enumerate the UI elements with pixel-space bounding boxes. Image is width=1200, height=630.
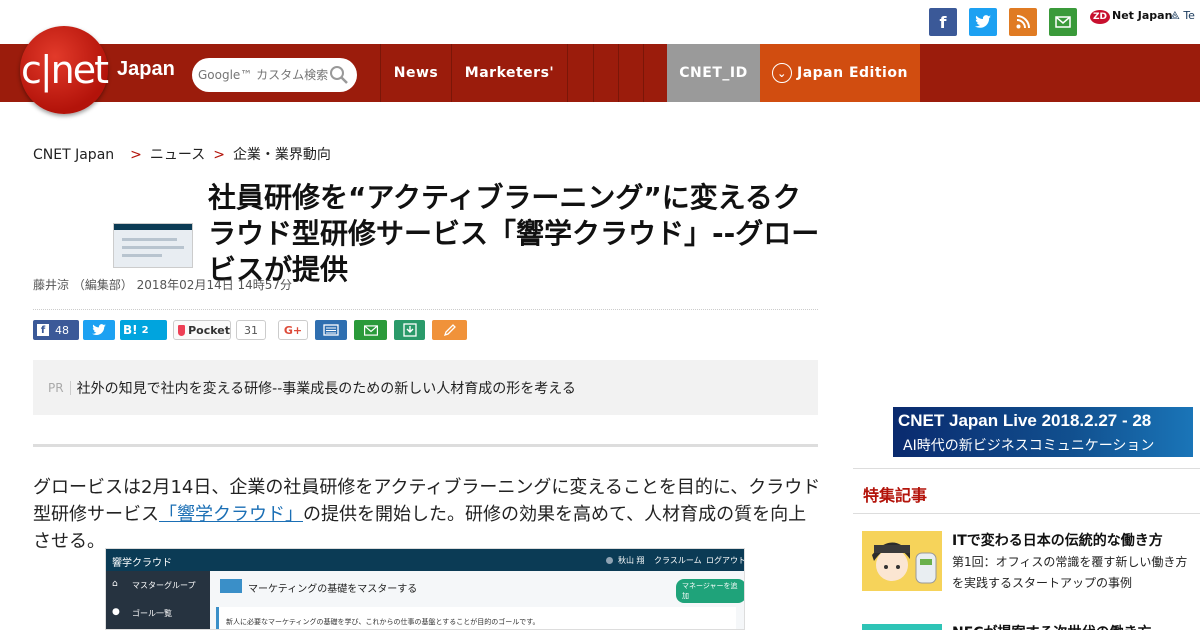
pocket-count: 31	[236, 320, 266, 340]
search-box	[192, 58, 357, 92]
sidebar-item-thumbnail[interactable]	[862, 624, 942, 630]
nav-divider-2	[593, 44, 618, 102]
rss-icon[interactable]	[1009, 8, 1037, 36]
sidebar-item-title[interactable]: NECが提案する次世代の働き方	[952, 622, 1152, 630]
article-image: 響学クラウド 秋山 翔 クラスルーム ログアウト ⌂ マスターグループ ● ゴー…	[105, 548, 745, 630]
article-thumbnail	[113, 223, 193, 268]
techrepublic-link[interactable]: ⟁ Te	[1170, 9, 1195, 23]
top-bar: f ZD Net Japan ⟁ Te	[0, 0, 1200, 44]
pencil-icon	[443, 324, 456, 337]
pr-label: PR	[48, 380, 71, 395]
sidebar-heading: 特集記事	[863, 486, 928, 505]
twitter-share-button[interactable]	[83, 320, 115, 340]
breadcrumb-news[interactable]: ニュース	[150, 147, 205, 163]
sidebar-item-thumbnail[interactable]	[862, 531, 942, 591]
nav-divider-4	[643, 44, 667, 102]
sidebar-item-title[interactable]: ITで変わる日本の伝統的な働き方	[952, 530, 1192, 550]
breadcrumb: CNET Japan > ニュース > 企業・業界動向	[33, 147, 331, 163]
logo-japan-label: Japan	[117, 58, 175, 80]
zdnet-japan-link[interactable]: ZD Net Japan	[1090, 9, 1172, 24]
sidebar-item-desc: 第1回：オフィスの常識を覆す新しい働き方を実践するスタートアップの事例	[952, 555, 1188, 590]
download-icon	[402, 323, 417, 337]
mail-icon[interactable]	[1049, 8, 1077, 36]
breadcrumb-industry[interactable]: 企業・業界動向	[233, 147, 331, 163]
print-button[interactable]	[315, 320, 347, 340]
nav-japan-edition[interactable]: ⌄ Japan Edition	[760, 44, 920, 102]
twitter-icon	[92, 324, 106, 335]
divider	[33, 309, 818, 310]
mail-icon	[363, 324, 378, 336]
nav-divider-1	[567, 44, 593, 102]
service-link[interactable]: 「響学クラウド」	[159, 504, 303, 525]
nav-cnet-id[interactable]: CNET_ID	[667, 44, 760, 102]
breadcrumb-home[interactable]: CNET Japan	[33, 147, 114, 163]
email-share-button[interactable]	[354, 320, 387, 340]
search-input[interactable]	[198, 65, 328, 85]
pocket-icon	[178, 324, 186, 336]
facebook-share-button[interactable]: f 48	[33, 320, 79, 340]
cnet-logo[interactable]: c|net	[20, 26, 109, 114]
google-plus-button[interactable]: G+	[278, 320, 308, 340]
facebook-icon: f	[37, 324, 49, 336]
pr-link[interactable]: 社外の知見で社内を変える研修--事業成長のための新しい人材育成の形を考える	[77, 378, 576, 398]
event-banner[interactable]: CNET Japan Live 2018.2.27 - 28 AI時代の新ビジネ…	[893, 407, 1193, 457]
article-body: グロービスは2月14日、企業の社員研修をアクティブラーニングに変えることを目的に…	[33, 477, 821, 552]
facebook-icon[interactable]: f	[929, 8, 957, 36]
divider	[853, 468, 1200, 469]
search-icon[interactable]	[329, 65, 349, 85]
save-button[interactable]	[394, 320, 425, 340]
hatena-bookmark-button[interactable]: B! 2	[120, 320, 167, 340]
pr-box[interactable]: PR 社外の知見で社内を変える研修--事業成長のための新しい人材育成の形を考える	[33, 360, 818, 415]
pocket-button[interactable]: Pocket	[173, 320, 231, 340]
clip-button[interactable]	[432, 320, 467, 340]
divider	[33, 444, 818, 447]
twitter-icon[interactable]	[969, 8, 997, 36]
nav-news[interactable]: News	[380, 44, 451, 102]
nav-marketers[interactable]: Marketers'	[451, 44, 567, 102]
print-icon	[323, 324, 339, 336]
divider	[853, 513, 1200, 514]
chevron-down-icon: ⌄	[772, 63, 792, 83]
nav-divider-3	[618, 44, 643, 102]
article-title: 社員研修を“アクティブラーニング”に変えるクラウド型研修サービス「響学クラウド」…	[208, 181, 820, 286]
article-byline: 藤井涼 （編集部） 2018年02月14日 14時57分	[33, 278, 293, 292]
